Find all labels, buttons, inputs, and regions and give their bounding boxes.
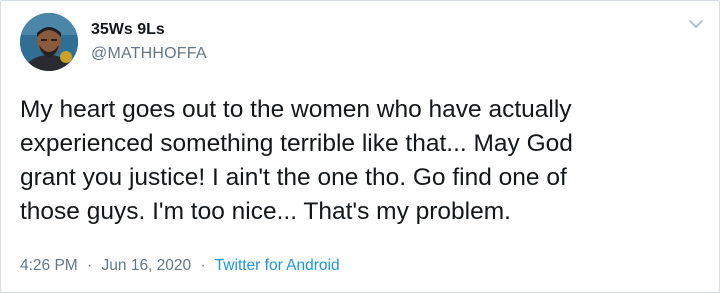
author-block: 35Ws 9Ls @MATHHOFFA bbox=[91, 20, 207, 64]
avatar-image bbox=[20, 13, 78, 71]
tweet-card: 35Ws 9Ls @MATHHOFFA My heart goes out to… bbox=[0, 0, 720, 293]
chevron-down-icon[interactable] bbox=[687, 15, 705, 33]
meta-separator: · bbox=[87, 257, 93, 274]
author-display-name[interactable]: 35Ws 9Ls bbox=[91, 20, 207, 40]
tweet-time[interactable]: 4:26 PM bbox=[20, 257, 78, 274]
tweet-source-link[interactable]: Twitter for Android bbox=[215, 257, 340, 274]
tweet-meta: 4:26 PM · Jun 16, 2020 · Twitter for And… bbox=[20, 256, 340, 276]
tweet-date[interactable]: Jun 16, 2020 bbox=[102, 257, 192, 274]
avatar[interactable] bbox=[20, 13, 78, 71]
tweet-text: My heart goes out to the women who have … bbox=[20, 93, 710, 229]
tweet-text-line: grant you justice! I ain't the one tho. … bbox=[20, 164, 567, 191]
tweet-text-line: My heart goes out to the women who have … bbox=[20, 96, 572, 123]
author-handle[interactable]: @MATHHOFFA bbox=[91, 44, 207, 64]
meta-separator: · bbox=[200, 257, 206, 274]
tweet-text-line: those guys. I'm too nice... That's my pr… bbox=[20, 198, 511, 225]
tweet-text-line: experienced something terrible like that… bbox=[20, 130, 573, 157]
